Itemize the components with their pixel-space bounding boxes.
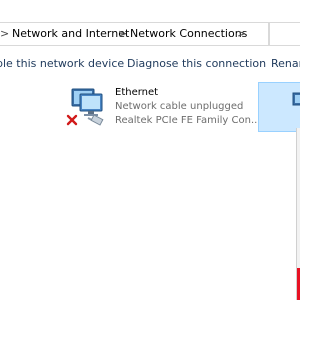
connection-status: Network cable unplugged [115, 101, 244, 112]
address-dropdown[interactable] [269, 22, 300, 46]
network-adapter-icon [66, 88, 104, 126]
breadcrumb-separator-icon[interactable]: > [237, 27, 246, 40]
context-menu-accent [297, 268, 300, 300]
network-connections-window: > Network and Internet > Network Connect… [0, 0, 300, 350]
connection-item-ethernet[interactable]: Ethernet Network cable unplugged Realtek… [64, 82, 260, 132]
connection-name: Ethernet [115, 87, 159, 98]
breadcrumb-network-and-internet[interactable]: Network and Internet [12, 27, 129, 40]
breadcrumb-network-connections[interactable]: Network Connections [130, 27, 247, 40]
disable-network-device-button[interactable]: ble this network device [0, 57, 124, 70]
rename-connection-button[interactable]: Renam [271, 57, 300, 70]
network-adapter-icon [292, 92, 300, 106]
diagnose-connection-button[interactable]: Diagnose this connection [127, 57, 266, 70]
breadcrumb-separator-icon[interactable]: > [0, 27, 9, 40]
breadcrumb-separator-icon[interactable]: > [118, 27, 127, 40]
red-x-icon [66, 114, 78, 126]
connection-device: Realtek PCIe FE Family Con... [115, 115, 261, 126]
connection-item-selected[interactable] [258, 82, 300, 132]
